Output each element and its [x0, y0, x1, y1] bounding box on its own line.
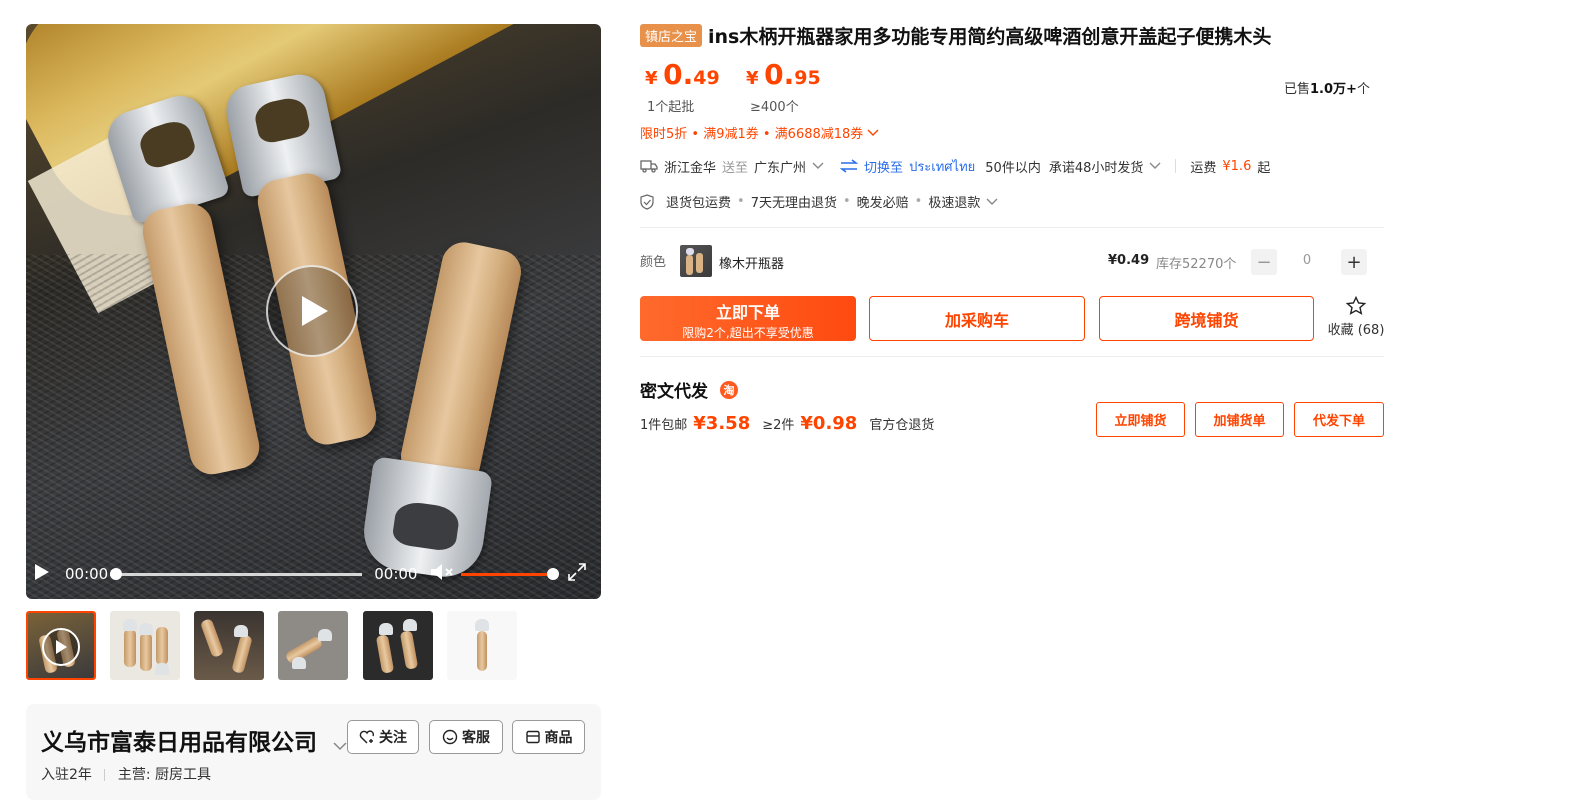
- chevron-down-icon[interactable]: [867, 129, 879, 137]
- ship-from: 浙江金华: [664, 160, 717, 176]
- customer-service-button[interactable]: 客服: [429, 720, 503, 754]
- sku-name: 橡木开瓶器: [719, 257, 785, 272]
- price-tier-2-note: ≥400个: [750, 100, 799, 115]
- fee-label: 运费: [1190, 160, 1217, 176]
- thumbnail-video[interactable]: [26, 611, 96, 680]
- shop-products-button[interactable]: 商品: [512, 720, 585, 754]
- main-value: 厨房工具: [155, 767, 211, 783]
- progress-track[interactable]: [110, 567, 363, 580]
- duration-time: 00:00: [374, 565, 418, 583]
- ship-within: 50件以内: [985, 160, 1041, 176]
- mute-icon[interactable]: [429, 562, 455, 586]
- product-title: ins木柄开瓶器家用多功能专用简约高级啤酒创意开盖起子便携木头: [708, 26, 1272, 48]
- thumbnail[interactable]: [194, 611, 264, 680]
- price-tier-2: ¥ 0.95: [746, 58, 821, 91]
- progress-knob[interactable]: [110, 567, 123, 580]
- favorite-button[interactable]: 收藏 (68): [1326, 295, 1386, 338]
- add-list-button[interactable]: 加铺货单: [1195, 402, 1284, 437]
- thumbnail[interactable]: [110, 611, 180, 680]
- shop-treasure-badge: 镇店之宝: [640, 24, 703, 47]
- thumbnail[interactable]: [447, 611, 517, 680]
- main-label: 主营:: [117, 767, 151, 783]
- services-row[interactable]: 退货包运费 • 7天无理由退货 • 晚发必赔 • 极速退款: [640, 192, 998, 211]
- switch-country[interactable]: ประเทศไทย: [909, 156, 975, 177]
- star-icon: [1345, 295, 1367, 315]
- volume-knob[interactable]: [547, 567, 560, 580]
- switch-region-link[interactable]: 切换至: [864, 157, 903, 176]
- list-now-button[interactable]: 立即铺货: [1096, 402, 1185, 437]
- ship-to[interactable]: 广东广州: [754, 157, 806, 176]
- shield-check-icon: [640, 193, 654, 210]
- service-item: 极速退款: [928, 196, 981, 211]
- thumbnail[interactable]: [278, 611, 348, 680]
- service-item: 7天无理由退货: [750, 196, 837, 211]
- sku-thumbnail[interactable]: [680, 245, 712, 277]
- shop-years: 入驻2年: [41, 767, 92, 783]
- dropship-prices: 1件包邮 ¥3.58 ≥2件 ¥0.98 官方仓退货: [640, 413, 935, 434]
- buy-now-button[interactable]: 立即下单 限购2个,超出不享受优惠: [640, 296, 856, 341]
- sold-count: 已售1.0万+个: [1284, 82, 1370, 97]
- volume-track[interactable]: [461, 567, 560, 580]
- video-controls: 00:00 00:00: [26, 558, 601, 590]
- decrease-button[interactable]: −: [1251, 249, 1277, 275]
- divider: [104, 769, 106, 781]
- fullscreen-icon[interactable]: [567, 562, 587, 586]
- service-item: 退货包运费: [666, 196, 732, 211]
- ship-promise: 承诺48小时发货: [1048, 160, 1144, 176]
- increase-button[interactable]: +: [1341, 249, 1367, 275]
- promo-text: 限时5折 • 满9减1券 • 满6688减18券: [640, 127, 864, 142]
- swap-icon[interactable]: [840, 159, 859, 173]
- shop-meta: 入驻2年 主营: 厨房工具: [41, 764, 211, 784]
- dropship-title: 密文代发 淘: [640, 377, 738, 402]
- add-to-cart-button[interactable]: 加采购车: [869, 296, 1085, 341]
- taobao-icon: 淘: [720, 380, 738, 399]
- chevron-down-icon[interactable]: [1149, 162, 1161, 170]
- chat-icon: [442, 729, 458, 745]
- sku-stock: 库存52270个: [1156, 257, 1237, 272]
- ship-to-label: 送至: [722, 160, 749, 176]
- current-time: 00:00: [65, 565, 109, 583]
- thumb-play-icon: [42, 628, 80, 666]
- fee-suffix: 起: [1257, 160, 1271, 176]
- shop-name[interactable]: 义乌市富泰日用品有限公司: [41, 723, 347, 757]
- heart-plus-icon: [359, 730, 375, 744]
- divider: [640, 356, 1384, 357]
- store-icon: [525, 730, 540, 744]
- fee-value: ¥1.6: [1222, 158, 1252, 174]
- play-button[interactable]: [266, 265, 358, 357]
- price-tier-1-note: 1个起批: [647, 100, 695, 115]
- quantity-input[interactable]: 0: [1280, 253, 1334, 268]
- promo-row[interactable]: 限时5折 • 满9减1券 • 满6688减18券: [640, 123, 879, 142]
- title-row: 镇店之宝 ins木柄开瓶器家用多功能专用简约高级啤酒创意开盖起子便携木头: [640, 22, 1271, 49]
- play-small-icon[interactable]: [34, 563, 52, 585]
- divider: [640, 227, 1384, 228]
- play-icon: [302, 296, 328, 326]
- sku-price: ¥0.49: [1108, 253, 1150, 268]
- chevron-down-icon[interactable]: [812, 162, 824, 170]
- shipping-row: 浙江金华 送至 广东广州 切换至 ประเทศไทย 50件以内 承诺48小时发…: [640, 156, 1271, 177]
- truck-icon: [640, 160, 658, 173]
- dropship-order-button[interactable]: 代发下单: [1294, 402, 1384, 437]
- sku-label: 颜色: [640, 255, 667, 270]
- service-item: 晚发必赔: [856, 196, 909, 211]
- follow-button[interactable]: 关注: [347, 720, 419, 754]
- chevron-down-icon[interactable]: [986, 198, 998, 206]
- price-tier-1: ¥ 0.49: [645, 58, 720, 91]
- divider: [1175, 159, 1177, 173]
- chevron-down-icon[interactable]: [333, 731, 347, 757]
- cross-border-button[interactable]: 跨境铺货: [1099, 296, 1314, 341]
- thumbnail[interactable]: [363, 611, 433, 680]
